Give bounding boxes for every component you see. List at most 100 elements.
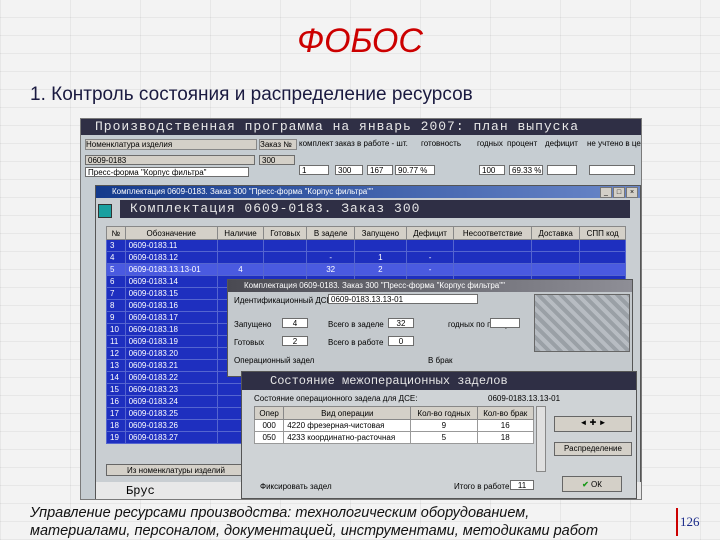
- table-cell: [353, 239, 407, 252]
- detail-code-field[interactable]: 0609-0183.13.13-01: [328, 294, 478, 304]
- prev-icon[interactable]: ◄: [579, 418, 587, 427]
- close-icon[interactable]: ×: [626, 187, 638, 198]
- add-icon[interactable]: ✚: [590, 418, 597, 427]
- komp-col-header[interactable]: СПП код: [579, 226, 626, 240]
- table-cell: [579, 239, 626, 252]
- header-nomenclature: Номенклатура изделия: [85, 139, 257, 150]
- good-field[interactable]: 100: [479, 165, 505, 175]
- komp-col-header[interactable]: Обозначение: [124, 226, 218, 240]
- komp-col-header[interactable]: Несоответствие: [453, 226, 532, 240]
- table-row[interactable]: 3 0609-0183.11: [106, 239, 626, 252]
- detail-titlebar: Комплектация 0609-0183. Заказ 300 "Пресс…: [228, 280, 632, 292]
- side-field[interactable]: [490, 318, 520, 328]
- slide-title: ФОБОС: [297, 22, 423, 60]
- komp-col-header[interactable]: Готовых: [263, 226, 308, 240]
- itogo-field: 11: [510, 480, 534, 490]
- table-cell: [263, 251, 308, 264]
- table-cell: 18: [106, 419, 126, 432]
- percent-field[interactable]: 69.33 %: [509, 165, 543, 175]
- komp-col-header[interactable]: №: [106, 226, 126, 240]
- op-row[interactable]: 000 4220 фрезерная-чистовая 9 16: [253, 419, 535, 432]
- from-nomenclature-button[interactable]: Из номенклатуры изделий: [106, 464, 246, 476]
- state-dialog: Состояние межоперационных заделов Состоя…: [241, 371, 637, 499]
- table-cell: [453, 263, 532, 276]
- window-controls: _ □ ×: [600, 187, 638, 198]
- op-col-header[interactable]: Кол-во годных: [410, 406, 478, 420]
- in-work-field[interactable]: 300: [335, 165, 363, 175]
- table-cell: 0609-0183.15: [124, 287, 218, 300]
- table-cell: 0609-0183.12: [124, 251, 218, 264]
- made-field[interactable]: 167: [367, 165, 393, 175]
- komp-col-header[interactable]: В заделе: [306, 226, 355, 240]
- order-number-field[interactable]: 300: [259, 155, 295, 165]
- komp-header-row: Комплектация 0609-0183. Заказ 300: [96, 200, 641, 220]
- table-cell: 0609-0183.22: [124, 371, 218, 384]
- op-label: Операционный задел: [234, 356, 315, 365]
- table-cell: 0609-0183.21: [124, 359, 218, 372]
- table-cell: 15: [106, 383, 126, 396]
- header-komplekt: комплект: [299, 139, 334, 148]
- table-cell: [453, 251, 532, 264]
- header-deficit: дефицит: [545, 139, 578, 148]
- komp-col-header[interactable]: Доставка: [530, 226, 581, 240]
- scrollbar[interactable]: [536, 406, 546, 472]
- minimize-icon[interactable]: _: [600, 187, 612, 198]
- deficit-field[interactable]: [547, 165, 577, 175]
- komp-col-header[interactable]: Наличие: [216, 226, 265, 240]
- header-in-work: заказ в работе - шт.: [335, 139, 408, 148]
- komplektatsiya-titlebar: Комплектация 0609-0183. Заказ 300 "Пресс…: [96, 186, 640, 198]
- vzadele-field[interactable]: 32: [388, 318, 414, 328]
- table-cell: 4: [106, 251, 126, 264]
- program-title-bar: Производственная программа на январь 200…: [81, 119, 641, 135]
- slide-heading: 1. Контроль состояния и распределение ре…: [30, 84, 473, 105]
- op-row[interactable]: 050 4233 координатно-расточная 5 18: [253, 431, 535, 444]
- not-counted-field[interactable]: [589, 165, 635, 175]
- fix-label[interactable]: Фиксировать задел: [260, 482, 332, 491]
- table-cell: 10: [106, 323, 126, 336]
- page-number: 126: [680, 514, 700, 529]
- refresh-icon[interactable]: [98, 204, 112, 218]
- table-cell: [216, 251, 265, 264]
- ready-field[interactable]: 90.77 %: [395, 165, 435, 175]
- table-cell: -: [405, 263, 455, 276]
- zapusheno-field[interactable]: 4: [282, 318, 308, 328]
- table-cell: 0609-0183.18: [124, 323, 218, 336]
- table-cell: 0609-0183.16: [124, 299, 218, 312]
- header-order: Заказ №: [259, 139, 297, 150]
- table-cell: [263, 239, 308, 252]
- distribution-button[interactable]: Распределение: [554, 442, 632, 456]
- maximize-icon[interactable]: □: [613, 187, 625, 198]
- op-cell: 5: [410, 431, 478, 444]
- gotovo-field[interactable]: 2: [282, 336, 308, 346]
- itogo-label: Итого в работе: [454, 482, 510, 491]
- slide-caption: Управление ресурсами производства: техно…: [30, 504, 670, 540]
- product-name-field[interactable]: Пресс-форма "Корпус фильтра": [85, 167, 249, 177]
- header-ready: готовность: [421, 139, 461, 148]
- op-col-header[interactable]: Кол-во брак: [476, 406, 535, 420]
- next-icon[interactable]: ►: [599, 418, 607, 427]
- table-cell: 2: [353, 263, 407, 276]
- header-good: годных: [477, 139, 503, 148]
- caption-line-2: материалами, персоналом, документацией, …: [30, 523, 599, 539]
- ok-button[interactable]: ✔ ОК: [562, 476, 622, 492]
- table-cell: 17: [106, 407, 126, 420]
- table-cell: 0609-0183.26: [124, 419, 218, 432]
- table-cell: 0609-0183.14: [124, 275, 218, 288]
- table-row[interactable]: 4 0609-0183.12 -1-: [106, 251, 626, 264]
- table-row[interactable]: 5 0609-0183.13.13-01 4 32 2-: [106, 263, 626, 276]
- op-col-header[interactable]: Вид операции: [283, 406, 412, 420]
- table-cell: 0609-0183.23: [124, 383, 218, 396]
- table-cell: 12: [106, 347, 126, 360]
- table-cell: 0609-0183.19: [124, 335, 218, 348]
- komplekt-field[interactable]: 1: [299, 165, 329, 175]
- op-col-header[interactable]: Опер: [253, 406, 285, 420]
- table-cell: [530, 251, 581, 264]
- table-cell: 9: [106, 311, 126, 324]
- table-cell: 0609-0183.20: [124, 347, 218, 360]
- caption-line-1: Управление ресурсами производства: техно…: [30, 505, 530, 521]
- order-code-field[interactable]: 0609-0183: [85, 155, 255, 165]
- table-cell: [306, 239, 355, 252]
- vsego-field[interactable]: 0: [388, 336, 414, 346]
- komp-col-header[interactable]: Запущено: [353, 226, 407, 240]
- komp-col-header[interactable]: Дефицит: [405, 226, 455, 240]
